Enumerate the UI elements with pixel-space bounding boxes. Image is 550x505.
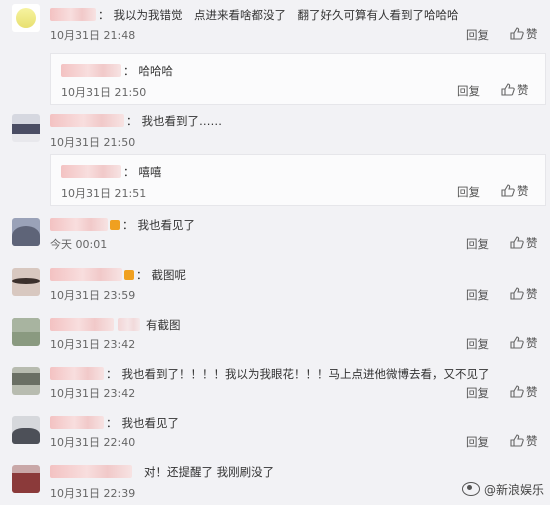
thumbs-up-icon [501, 184, 515, 197]
comment-time: 10月31日 23:59 [50, 289, 136, 302]
reply-button[interactable]: 回复 [466, 434, 489, 450]
comment-text: 我也看见了 [121, 416, 180, 430]
reply-button[interactable]: 回复 [466, 287, 489, 303]
comment-text: 对！还提醒了 我刚刷没了 [144, 465, 275, 479]
username[interactable] [50, 8, 96, 21]
comment-text: 截图呢 [151, 268, 187, 282]
avatar[interactable] [12, 416, 40, 444]
comment-time: 10月31日 21:50 [50, 136, 136, 149]
thumbs-up-icon [510, 336, 524, 349]
avatar[interactable] [12, 367, 40, 395]
comment-text: 我以为我错觉 点进来看啥都没了 翻了好久可算有人看到了哈哈哈 [113, 8, 459, 22]
vip-badge-icon [110, 220, 120, 230]
avatar[interactable] [12, 218, 40, 246]
reply-button[interactable]: 回复 [457, 184, 480, 200]
comment-time: 今天 00:01 [50, 238, 108, 251]
comment-text: 有截图 [146, 318, 181, 332]
comment-time: 10月31日 22:39 [50, 487, 136, 500]
weibo-logo-icon [461, 482, 480, 496]
username[interactable] [50, 318, 114, 331]
thumbs-up-icon [510, 236, 524, 249]
thumbs-up-icon [510, 27, 524, 40]
username[interactable] [50, 218, 108, 231]
thumbs-up-icon [510, 434, 524, 447]
like-button[interactable]: 赞 [510, 235, 538, 251]
reply-button[interactable]: 回复 [466, 27, 489, 43]
reply-button[interactable]: 回复 [466, 385, 489, 401]
thumbs-up-icon [501, 83, 515, 96]
comment-text: 嘻嘻 [138, 165, 162, 179]
username[interactable] [50, 416, 104, 429]
like-button[interactable]: 赞 [510, 26, 538, 42]
reply-item: ：哈哈哈 10月31日 21:50 回复 赞 [50, 53, 546, 105]
username[interactable] [61, 165, 121, 178]
reply-button[interactable]: 回复 [457, 83, 480, 99]
avatar[interactable] [12, 4, 40, 32]
comment-text: 我也看到了！！！！我以为我眼花！！！马上点进他微博去看，又不见了 [121, 367, 490, 381]
comment-time: 10月31日 23:42 [50, 338, 136, 351]
like-button[interactable]: 赞 [510, 335, 538, 351]
comment-text: 我也看到了…… [141, 114, 223, 128]
comment-time: 10月31日 23:42 [50, 387, 136, 400]
username[interactable] [50, 367, 104, 380]
vip-badge-icon [124, 270, 134, 280]
reply-item: ：嘻嘻 10月31日 21:51 回复 赞 [50, 154, 546, 206]
comment-time: 10月31日 21:48 [50, 29, 136, 42]
comment-text: 哈哈哈 [138, 64, 174, 78]
avatar[interactable] [12, 465, 40, 493]
username[interactable] [50, 114, 124, 127]
comment-time: 10月31日 22:40 [50, 436, 136, 449]
like-button[interactable]: 赞 [510, 384, 538, 400]
reply-button[interactable]: 回复 [466, 336, 489, 352]
comment-time: 10月31日 21:51 [61, 187, 147, 200]
username[interactable] [50, 268, 122, 281]
comment-text: 我也看见了 [137, 218, 196, 232]
username[interactable] [50, 465, 132, 478]
like-button[interactable]: 赞 [501, 82, 529, 98]
reply-button[interactable]: 回复 [466, 236, 489, 252]
watermark: @新浪娱乐 [461, 481, 544, 498]
thumbs-up-icon [510, 385, 524, 398]
avatar[interactable] [12, 318, 40, 346]
username[interactable] [61, 64, 121, 77]
avatar[interactable] [12, 114, 40, 142]
like-button[interactable]: 赞 [510, 433, 538, 449]
avatar[interactable] [12, 268, 40, 296]
like-button[interactable]: 赞 [501, 183, 529, 199]
like-button[interactable]: 赞 [510, 286, 538, 302]
thumbs-up-icon [510, 287, 524, 300]
comment-time: 10月31日 21:50 [61, 86, 147, 99]
